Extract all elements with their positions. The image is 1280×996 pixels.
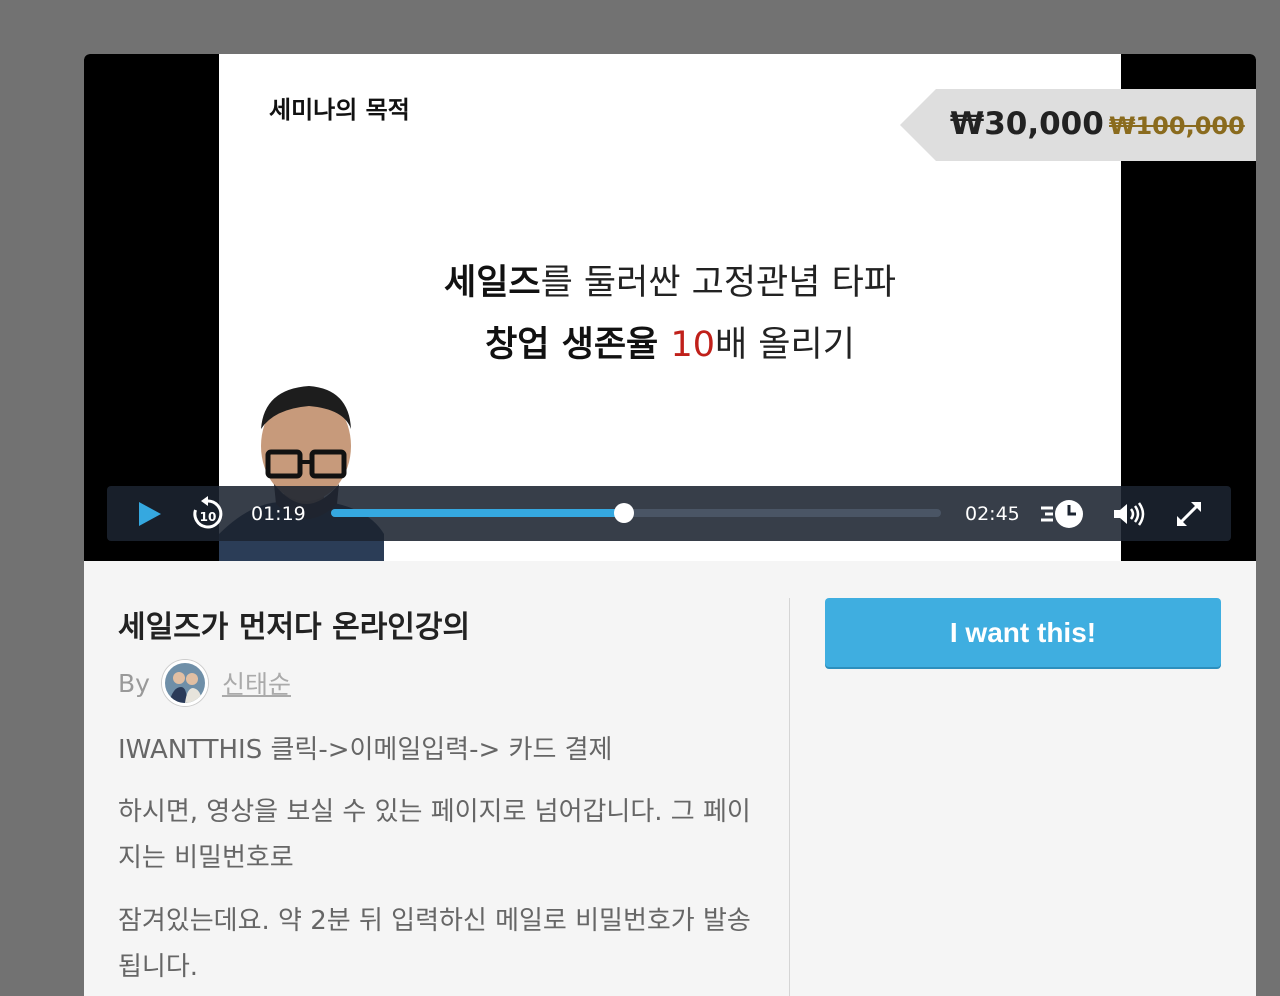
fullscreen-button[interactable] (1167, 486, 1211, 541)
video-player[interactable]: 세미나의 목적 세일즈를 둘러싼 고정관념 타파 창업 생존율 10배 올리기 … (84, 54, 1256, 561)
play-button[interactable] (129, 486, 169, 541)
current-time: 01:19 (251, 503, 306, 525)
price-tag: ₩30,000 ₩100,000 (900, 89, 1256, 161)
original-price: ₩100,000 (1109, 112, 1245, 140)
play-icon (139, 501, 161, 526)
fullscreen-icon (1177, 501, 1201, 526)
volume-button[interactable] (1107, 486, 1151, 541)
byline: By 신태순 (118, 660, 291, 706)
description-paragraph: 잠겨있는데요. 약 2분 뒤 입력하신 메일로 비밀번호가 발송됩니다. (118, 906, 751, 982)
rewind-button[interactable]: 10 (187, 486, 229, 541)
description-paragraph: 하시면, 영상을 보실 수 있는 페이지로 넘어갑니다. 그 페이지는 비밀번호… (118, 797, 751, 873)
rewind-10-icon: 10 (193, 495, 223, 528)
player-controls: 10 01:19 02:45 (107, 486, 1231, 541)
description-paragraph: IWANTTHIS 클릭->이메일입력-> 카드 결제 (118, 735, 613, 765)
volume-icon (1114, 501, 1145, 526)
seek-handle[interactable] (613, 503, 634, 523)
slide-heading: 세미나의 목적 (269, 96, 410, 124)
column-divider (789, 598, 790, 996)
current-price: ₩30,000 (950, 106, 1104, 142)
seek-bar-progress (331, 509, 624, 517)
product-card: 세미나의 목적 세일즈를 둘러싼 고정관념 타파 창업 생존율 10배 올리기 … (84, 54, 1256, 996)
product-info: 세일즈가 먼저다 온라인강의 By 신태순 IWANTTHIS 클릭->이메일입… (84, 561, 1256, 996)
rewind-seconds-label: 10 (200, 510, 217, 524)
author-link[interactable]: 신태순 (222, 665, 291, 701)
by-label: By (118, 668, 150, 698)
slide-line-1: 세일즈를 둘러싼 고정관념 타파 (444, 263, 896, 303)
playback-speed-icon (1041, 499, 1083, 528)
avatar[interactable] (161, 660, 208, 706)
duration: 02:45 (965, 503, 1020, 525)
seek-bar[interactable] (331, 503, 941, 523)
product-title: 세일즈가 먼저다 온라인강의 (118, 610, 471, 645)
playback-speed-button[interactable] (1037, 486, 1087, 541)
slide-line-2: 창업 생존율 10배 올리기 (485, 325, 855, 365)
i-want-this-button[interactable]: I want this! (825, 598, 1221, 667)
